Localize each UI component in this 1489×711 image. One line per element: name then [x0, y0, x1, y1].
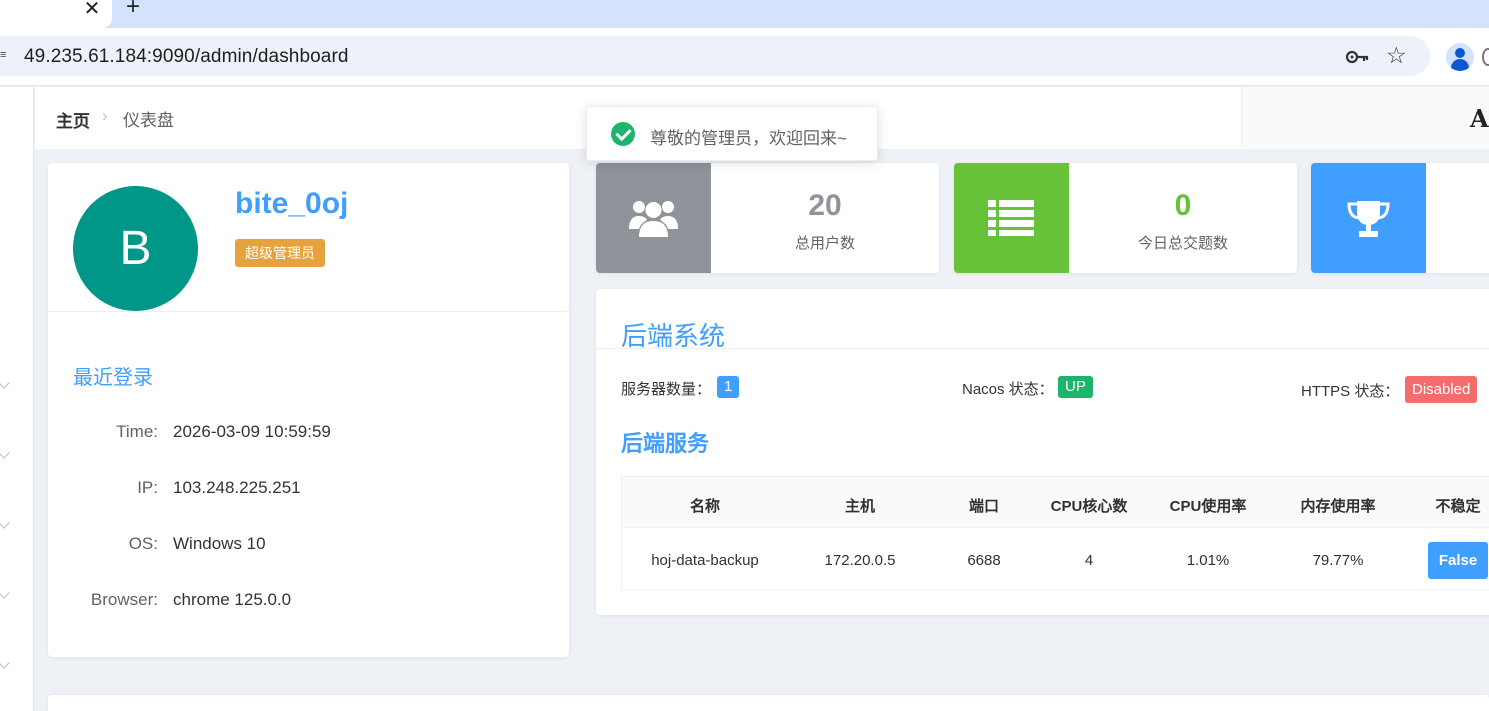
sidebar-chevron-icon[interactable] [0, 377, 10, 389]
stat-card-users: 20 总用户数 [596, 163, 939, 273]
sidebar-chevron-icon[interactable] [0, 447, 10, 459]
https-status-badge: Disabled [1405, 376, 1478, 403]
success-check-icon [611, 122, 635, 146]
sidebar [0, 87, 34, 711]
today-submissions-value: 0 [1174, 189, 1192, 222]
service-cpu-cores: 4 [1084, 552, 1094, 569]
nacos-status-label: Nacos 状态： [962, 381, 1054, 398]
login-ip-value: 103.248.225.251 [173, 478, 301, 497]
unstable-status-button[interactable]: False [1428, 542, 1488, 579]
site-info-icon[interactable]: ≡ [0, 49, 6, 61]
service-port: 6688 [967, 552, 1001, 569]
browser-tab-strip: ✕ + [0, 0, 1489, 28]
nacos-status-badge: UP [1058, 376, 1093, 398]
sidebar-chevron-icon[interactable] [0, 587, 10, 599]
new-tab-icon[interactable]: + [126, 0, 140, 21]
success-toast: 尊敬的管理员，欢迎回来~ [586, 106, 878, 161]
browser-tab[interactable]: ✕ [0, 0, 112, 28]
profile-icon[interactable] [1446, 43, 1474, 71]
login-browser-value: chrome 125.0.0 [173, 590, 292, 609]
total-users-value: 20 [808, 189, 842, 222]
browser-toolbar: ≡ 49.235.61.184:9090/admin/dashboard ☆ [0, 28, 1489, 86]
column-header[interactable]: CPU核心数 [1036, 495, 1142, 516]
column-header[interactable]: 不稳定 [1402, 495, 1489, 516]
column-header[interactable]: 端口 [932, 495, 1036, 516]
users-icon [596, 163, 711, 273]
column-header[interactable]: 名称 [622, 495, 788, 516]
total-users-label: 总用户数 [794, 235, 855, 252]
trophy-icon [1311, 163, 1426, 273]
bookmark-star-icon[interactable]: ☆ [1386, 42, 1407, 69]
divider [48, 311, 569, 312]
login-os-label: OS: [128, 534, 158, 553]
username: bite_0oj [235, 187, 349, 220]
login-time-label: Time: [116, 422, 158, 441]
header-right-area: A [1241, 87, 1489, 149]
service-cpu-usage: 1.01% [1186, 552, 1230, 569]
login-browser-label: Browser: [90, 590, 158, 609]
divider [596, 348, 1489, 349]
role-badge: 超级管理员 [235, 239, 325, 267]
service-memory-usage: 79.77% [1312, 552, 1364, 569]
login-os-value: Windows 10 [173, 534, 266, 553]
sidebar-chevron-icon[interactable] [0, 517, 10, 529]
bottom-card [48, 695, 1489, 711]
server-count-badge: 1 [717, 376, 740, 398]
https-status-label: HTTPS 状态： [1301, 383, 1400, 400]
breadcrumb-separator-icon: › [102, 106, 108, 125]
login-ip-label: IP: [137, 478, 158, 497]
breadcrumb-current: 仪表盘 [123, 111, 174, 130]
stat-card-contests [1311, 163, 1489, 273]
list-icon [954, 163, 1069, 273]
service-name: hoj-data-backup [651, 552, 759, 569]
key-icon[interactable] [1344, 44, 1370, 70]
services-table: 名称 主机 端口 CPU核心数 CPU使用率 内存使用率 不稳定 hoj-dat… [621, 476, 1489, 590]
service-host: 172.20.0.5 [824, 552, 896, 569]
table-header: 名称 主机 端口 CPU核心数 CPU使用率 内存使用率 不稳定 [622, 477, 1489, 528]
server-count-label: 服务器数量： [621, 381, 712, 398]
login-time-value: 2026-03-09 10:59:59 [173, 422, 331, 441]
column-header[interactable]: 主机 [788, 495, 932, 516]
sidebar-chevron-icon[interactable] [0, 657, 10, 669]
toast-message: 尊敬的管理员，欢迎回来~ [650, 129, 847, 148]
avatar: B [73, 186, 198, 311]
breadcrumb-home[interactable]: 主页 [56, 107, 90, 132]
services-title: 后端服务 [621, 431, 710, 456]
column-header[interactable]: 内存使用率 [1274, 495, 1402, 516]
header-user-initial[interactable]: A [1470, 104, 1489, 133]
backend-system-card: 后端系统 服务器数量： 1 Nacos 状态： UP HTTPS 状态： Dis… [596, 289, 1489, 615]
stat-card-submissions: 0 今日总交题数 [954, 163, 1297, 273]
menu-icon[interactable] [1482, 48, 1489, 66]
profile-card: B bite_0oj 超级管理员 最近登录 Time: 2026-03-09 1… [48, 163, 569, 657]
recent-login-title: 最近登录 [73, 367, 153, 389]
tab-close-icon[interactable]: ✕ [80, 0, 104, 21]
column-header[interactable]: CPU使用率 [1142, 495, 1274, 516]
url-text[interactable]: 49.235.61.184:9090/admin/dashboard [24, 46, 349, 68]
today-submissions-label: 今日总交题数 [1137, 235, 1228, 252]
